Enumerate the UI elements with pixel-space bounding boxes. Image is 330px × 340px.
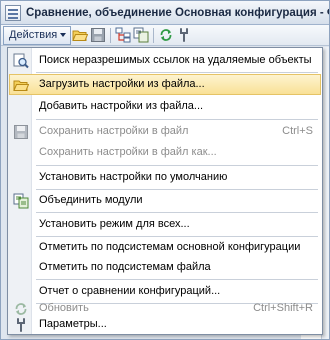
- toolbar-parameters-button[interactable]: [175, 26, 193, 44]
- menu-item-save-settings-as[interactable]: Сохранить настройки в файл как...: [9, 142, 321, 163]
- menu-item-label: Отметить по подсистемам основной конфигу…: [39, 241, 301, 253]
- menu-item-label: Установить режим для всех...: [39, 218, 190, 230]
- toolbar-refresh-button[interactable]: [157, 26, 175, 44]
- menu-item-set-mode-all[interactable]: Установить режим для всех...: [9, 214, 321, 235]
- menu-item-shortcut: Ctrl+S: [282, 125, 313, 137]
- menu-item-label: Загрузить настройки из файла...: [39, 78, 205, 90]
- menu-item-label: Установить настройки по умолчанию: [39, 171, 228, 183]
- menu-item-parameters[interactable]: Параметры...: [9, 314, 321, 335]
- menu-item-find-unresolved-refs[interactable]: Поиск неразрешимых ссылок на удаляемые о…: [9, 50, 321, 71]
- wrench-icon: [180, 28, 189, 42]
- save-disk-icon: [12, 123, 29, 140]
- compare-merge-window: Сравнение, объединение Основная конфигур…: [0, 0, 330, 340]
- menu-item-merge-modules[interactable]: Объединить модули: [9, 190, 321, 211]
- search-refs-icon: [12, 52, 29, 69]
- configuration-icon: [5, 4, 21, 21]
- wrench-icon: [12, 316, 29, 333]
- menu-item-label: Добавить настройки из файла...: [39, 100, 204, 112]
- actions-dropdown-menu: Поиск неразрешимых ссылок на удаляемые о…: [7, 47, 323, 335]
- menu-item-label: Объединить модули: [39, 194, 143, 206]
- toolbar-save-settings-button[interactable]: [89, 26, 107, 44]
- toolbar-modules-button[interactable]: [132, 26, 150, 44]
- folder-open-icon: [12, 76, 29, 93]
- modules-icon: [133, 27, 149, 43]
- menu-separator: [36, 72, 318, 73]
- menu-item-mark-file-subsystems[interactable]: Отметить по подсистемам файла: [9, 257, 321, 278]
- menu-item-label: Параметры...: [39, 318, 107, 330]
- menu-item-label: Отметить по подсистемам файла: [39, 261, 211, 273]
- menu-item-add-settings[interactable]: Добавить настройки из файла...: [9, 96, 321, 117]
- menu-item-load-settings[interactable]: Загрузить настройки из файла...: [9, 74, 321, 95]
- merge-modules-icon: [12, 192, 29, 209]
- toolbar-separator: [153, 27, 155, 43]
- refresh-icon: [160, 29, 172, 41]
- menu-item-label: Сохранить настройки в файл как...: [39, 146, 217, 158]
- toolbar-separator: [110, 27, 112, 43]
- toolbar: Действия: [1, 25, 329, 46]
- menu-item-label: Обновить: [39, 302, 89, 314]
- merge-tree-icon: [115, 27, 131, 43]
- menu-separator: [36, 212, 318, 213]
- menu-separator: [36, 165, 318, 166]
- menu-separator: [36, 119, 318, 120]
- folder-open-icon: [72, 30, 89, 41]
- menu-item-label: Поиск неразрешимых ссылок на удаляемые о…: [39, 54, 312, 66]
- toolbar-merge-button[interactable]: [114, 26, 132, 44]
- window-titlebar[interactable]: Сравнение, объединение Основная конфигур…: [1, 1, 329, 25]
- menu-item-shortcut: Ctrl+Shift+R: [253, 302, 313, 314]
- menu-item-mark-main-subsystems[interactable]: Отметить по подсистемам основной конфигу…: [9, 237, 321, 258]
- actions-menu-label: Действия: [9, 29, 58, 41]
- dropdown-arrow-icon: [60, 33, 67, 37]
- menu-item-default-settings[interactable]: Установить настройки по умолчанию: [9, 167, 321, 188]
- save-disk-icon: [91, 28, 106, 42]
- actions-menu-button[interactable]: Действия: [3, 25, 72, 45]
- menu-separator: [36, 279, 318, 280]
- toolbar-open-settings-button[interactable]: [71, 26, 89, 44]
- menu-item-label: Отчет о сравнении конфигураций...: [39, 285, 221, 297]
- menu-item-save-settings[interactable]: Сохранить настройки в файл Ctrl+S: [9, 121, 321, 142]
- window-title: Сравнение, объединение Основная конфигур…: [26, 6, 329, 19]
- menu-item-label: Сохранить настройки в файл: [39, 125, 189, 137]
